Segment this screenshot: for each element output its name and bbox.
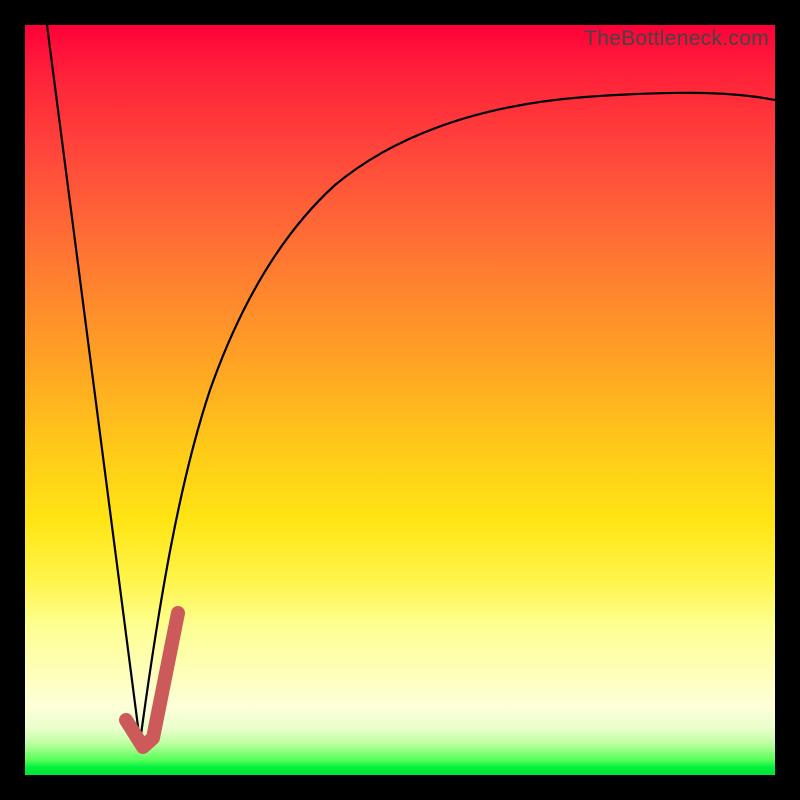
highlight-j-mark — [126, 613, 178, 747]
left-line — [47, 25, 140, 742]
plot-area: TheBottleneck.com — [25, 25, 775, 775]
right-curve — [140, 93, 775, 742]
chart-frame: TheBottleneck.com — [0, 0, 800, 800]
curve-layer — [25, 25, 775, 775]
